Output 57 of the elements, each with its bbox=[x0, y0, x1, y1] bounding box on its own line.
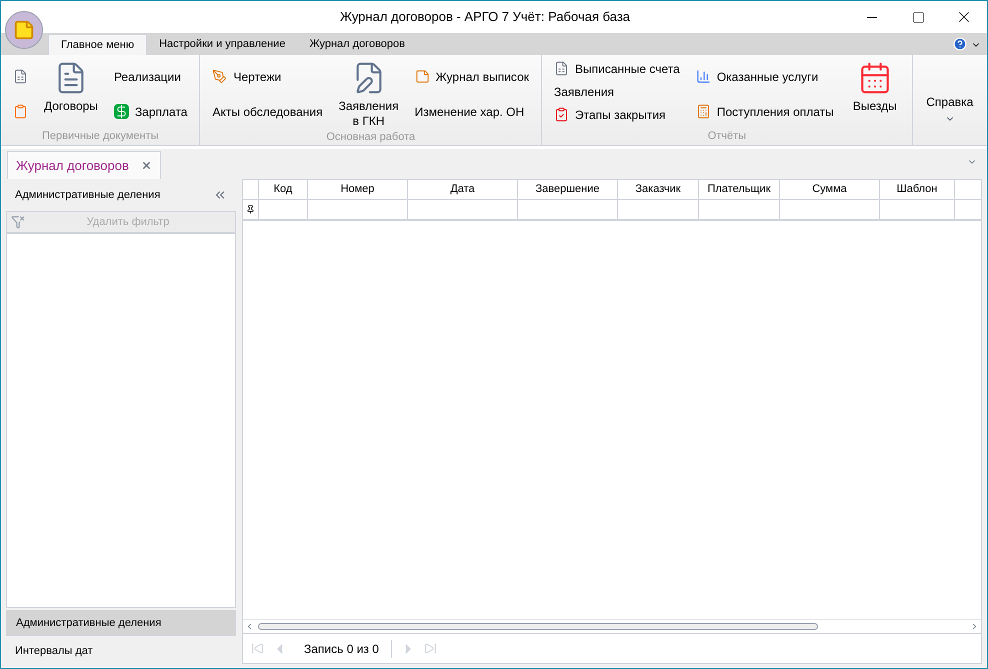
chart-icon bbox=[696, 69, 711, 84]
first-record-icon[interactable] bbox=[251, 642, 264, 655]
dollar-icon bbox=[114, 104, 129, 119]
ribbon-large-button[interactable]: Договоры bbox=[36, 57, 106, 127]
ribbon-button[interactable]: Акты обследования bbox=[208, 100, 327, 123]
column-header[interactable]: Дата bbox=[408, 180, 518, 199]
column-header[interactable]: Сумма bbox=[780, 180, 880, 199]
ribbon-button[interactable]: Зарплата bbox=[110, 100, 192, 123]
spreadsheet-icon bbox=[13, 69, 28, 84]
ribbon-button[interactable]: Чертежи bbox=[208, 65, 327, 88]
window-title: Журнал договоров - АРГО 7 Учёт: Рабочая база bbox=[338, 8, 632, 26]
column-header[interactable]: Плательщик bbox=[699, 180, 780, 199]
column-header[interactable]: Код bbox=[259, 180, 308, 199]
column-header[interactable]: Завершение bbox=[518, 180, 618, 199]
group-label: Первичные документы bbox=[42, 128, 159, 144]
panel-section-button[interactable]: Интервалы дат bbox=[6, 638, 236, 664]
spreadsheet-icon bbox=[554, 61, 569, 76]
pin-icon bbox=[246, 205, 255, 214]
pen-icon bbox=[212, 69, 228, 84]
note-icon bbox=[414, 69, 430, 84]
ribbon-large-button[interactable]: Заявления в ГКН bbox=[330, 57, 407, 129]
calculator-icon bbox=[696, 104, 711, 119]
ribbon-button[interactable]: Изменение хар. ОН bbox=[410, 100, 533, 123]
ribbon-button[interactable]: Выписанные счета bbox=[550, 57, 684, 80]
scroll-right-icon[interactable] bbox=[970, 622, 979, 631]
ribbon-button[interactable]: Поступления оплаты bbox=[692, 100, 838, 123]
clipboard-icon bbox=[13, 104, 28, 119]
group-label: Отчёты bbox=[708, 128, 746, 144]
ribbon-large-button[interactable]: Справка bbox=[916, 57, 983, 127]
column-header[interactable]: Номер bbox=[308, 180, 408, 199]
ribbon-tab[interactable]: Журнал договоров bbox=[297, 34, 417, 55]
app-logo[interactable] bbox=[5, 11, 43, 49]
clipboard-check-icon bbox=[554, 107, 569, 122]
filter-remove-icon bbox=[11, 215, 25, 229]
column-header[interactable]: Шаблон bbox=[880, 180, 955, 199]
scroll-left-icon[interactable] bbox=[245, 622, 254, 631]
minimize-icon bbox=[867, 16, 877, 18]
ribbon-button[interactable]: Оказанные услуги bbox=[692, 65, 838, 88]
panel-title: Административные деления bbox=[15, 188, 160, 203]
column-header[interactable]: Заказчик bbox=[618, 180, 699, 199]
help-icon[interactable] bbox=[953, 37, 967, 51]
maximize-icon bbox=[912, 10, 924, 24]
group-label: Основная работа bbox=[326, 130, 416, 145]
document-tab[interactable]: Журнал договоров bbox=[7, 151, 161, 179]
horizontal-scrollbar[interactable] bbox=[243, 619, 981, 633]
last-record-icon[interactable] bbox=[424, 642, 437, 655]
ribbon-button[interactable]: Журнал выписок bbox=[410, 65, 533, 88]
ribbon-button[interactable]: Этапы закрытия bbox=[550, 103, 684, 126]
panel-section-button[interactable]: Административные деления bbox=[6, 610, 236, 636]
ribbon-large-button[interactable]: Выезды bbox=[842, 57, 908, 127]
ribbon-tab[interactable]: Главное меню bbox=[48, 34, 148, 55]
ribbon-tab[interactable]: Настройки и управление bbox=[147, 34, 298, 55]
record-counter: Запись 0 из 0 bbox=[296, 640, 392, 658]
scroll-icon bbox=[13, 19, 35, 41]
ribbon-button[interactable]: Реализации bbox=[110, 65, 192, 88]
close-icon[interactable] bbox=[140, 160, 152, 171]
ribbon-button[interactable]: Заявления bbox=[550, 80, 684, 103]
